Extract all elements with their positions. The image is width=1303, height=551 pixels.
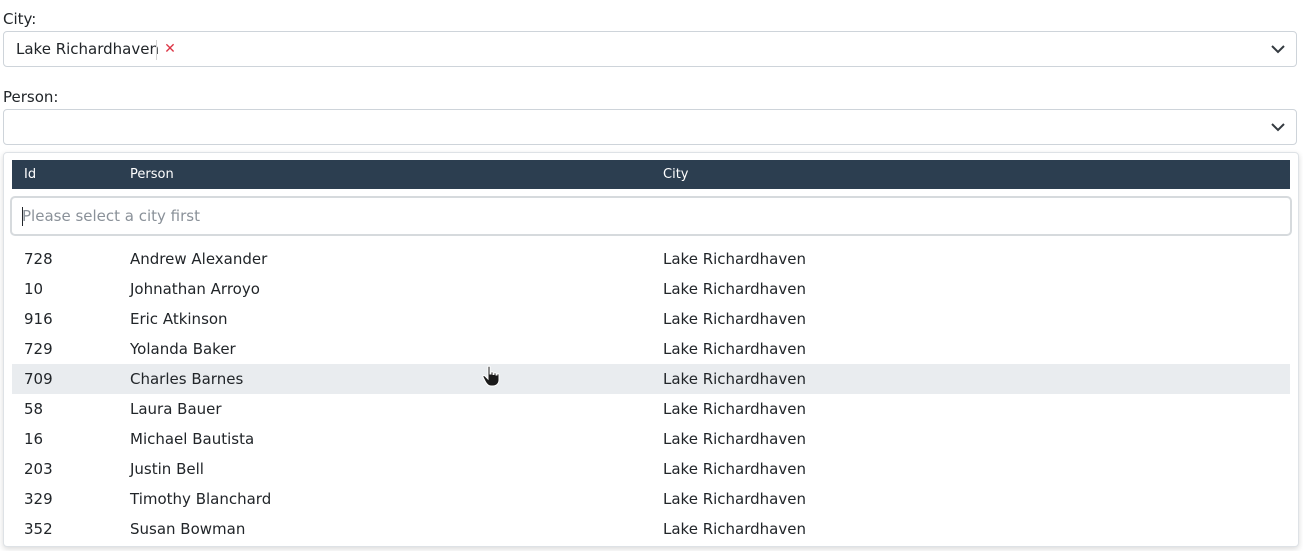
row-id: 916 xyxy=(24,310,53,328)
person-dropdown: Id Person City 728 Andrew Alexander Lake R… xyxy=(3,152,1299,547)
row-person: Johnathan Arroyo xyxy=(130,280,260,298)
hand-pointer-icon xyxy=(482,365,500,387)
row-person: Michael Bautista xyxy=(130,430,255,448)
row-person: Eric Atkinson xyxy=(130,310,228,328)
row-person: Andrew Alexander xyxy=(130,250,268,268)
row-person: Yolanda Baker xyxy=(130,340,236,358)
person-select[interactable] xyxy=(3,109,1297,145)
city-label: City: xyxy=(3,10,37,28)
list-item[interactable]: 729 Yolanda Baker Lake Richardhaven xyxy=(12,334,1290,364)
row-city: Lake Richardhaven xyxy=(663,280,806,298)
city-select[interactable]: Lake Richardhaven ✕ xyxy=(3,31,1297,67)
row-city: Lake Richardhaven xyxy=(663,340,806,358)
row-city: Lake Richardhaven xyxy=(663,520,806,538)
list-item[interactable]: 58 Laura Bauer Lake Richardhaven xyxy=(12,394,1290,424)
row-id: 709 xyxy=(24,370,53,388)
chip-divider xyxy=(156,40,157,60)
chevron-down-icon[interactable] xyxy=(1270,32,1286,66)
list-item[interactable]: 10 Johnathan Arroyo Lake Richardhaven xyxy=(12,274,1290,304)
row-person: Timothy Blanchard xyxy=(130,490,272,508)
chevron-down-icon[interactable] xyxy=(1270,110,1286,144)
row-person: Laura Bauer xyxy=(130,400,222,418)
column-header-city[interactable]: City xyxy=(663,160,688,189)
row-city: Lake Richardhaven xyxy=(663,400,806,418)
list-item[interactable]: 728 Andrew Alexander Lake Richardhaven xyxy=(12,244,1290,274)
row-id: 329 xyxy=(24,490,53,508)
row-person: Charles Barnes xyxy=(130,370,244,388)
row-id: 16 xyxy=(24,430,44,448)
list-item[interactable]: 916 Eric Atkinson Lake Richardhaven xyxy=(12,304,1290,334)
row-id: 352 xyxy=(24,520,53,538)
city-selected-value: Lake Richardhaven xyxy=(16,40,159,58)
row-person: Justin Bell xyxy=(130,460,204,478)
row-city: Lake Richardhaven xyxy=(663,310,806,328)
list-item[interactable]: 203 Justin Bell Lake Richardhaven xyxy=(12,454,1290,484)
row-id: 203 xyxy=(24,460,53,478)
list-item[interactable]: 352 Susan Bowman Lake Richardhaven xyxy=(12,514,1290,544)
column-header-id[interactable]: Id xyxy=(24,160,36,189)
column-header-person[interactable]: Person xyxy=(130,160,174,189)
result-list: 728 Andrew Alexander Lake Richardhaven 10 Jo… xyxy=(12,244,1290,544)
grid-header: Id Person City xyxy=(12,160,1290,189)
close-icon[interactable]: ✕ xyxy=(160,32,180,66)
row-person: Susan Bowman xyxy=(130,520,246,538)
row-city: Lake Richardhaven xyxy=(663,370,806,388)
row-id: 58 xyxy=(24,400,44,418)
list-item[interactable]: 16 Michael Bautista Lake Richardhaven xyxy=(12,424,1290,454)
person-label: Person: xyxy=(3,88,59,106)
row-city: Lake Richardhaven xyxy=(663,460,806,478)
row-city: Lake Richardhaven xyxy=(663,490,806,508)
row-id: 729 xyxy=(24,340,53,358)
list-item[interactable]: 709 Charles Barnes Lake Richardhaven xyxy=(12,364,1290,394)
search-input[interactable] xyxy=(22,202,1272,230)
row-id: 728 xyxy=(24,250,53,268)
city-selected-chip: Lake Richardhaven xyxy=(16,32,159,66)
row-city: Lake Richardhaven xyxy=(663,430,806,448)
row-city: Lake Richardhaven xyxy=(663,250,806,268)
list-item[interactable]: 329 Timothy Blanchard Lake Richardhaven xyxy=(12,484,1290,514)
row-id: 10 xyxy=(24,280,44,298)
dropdown-search[interactable] xyxy=(10,196,1292,236)
